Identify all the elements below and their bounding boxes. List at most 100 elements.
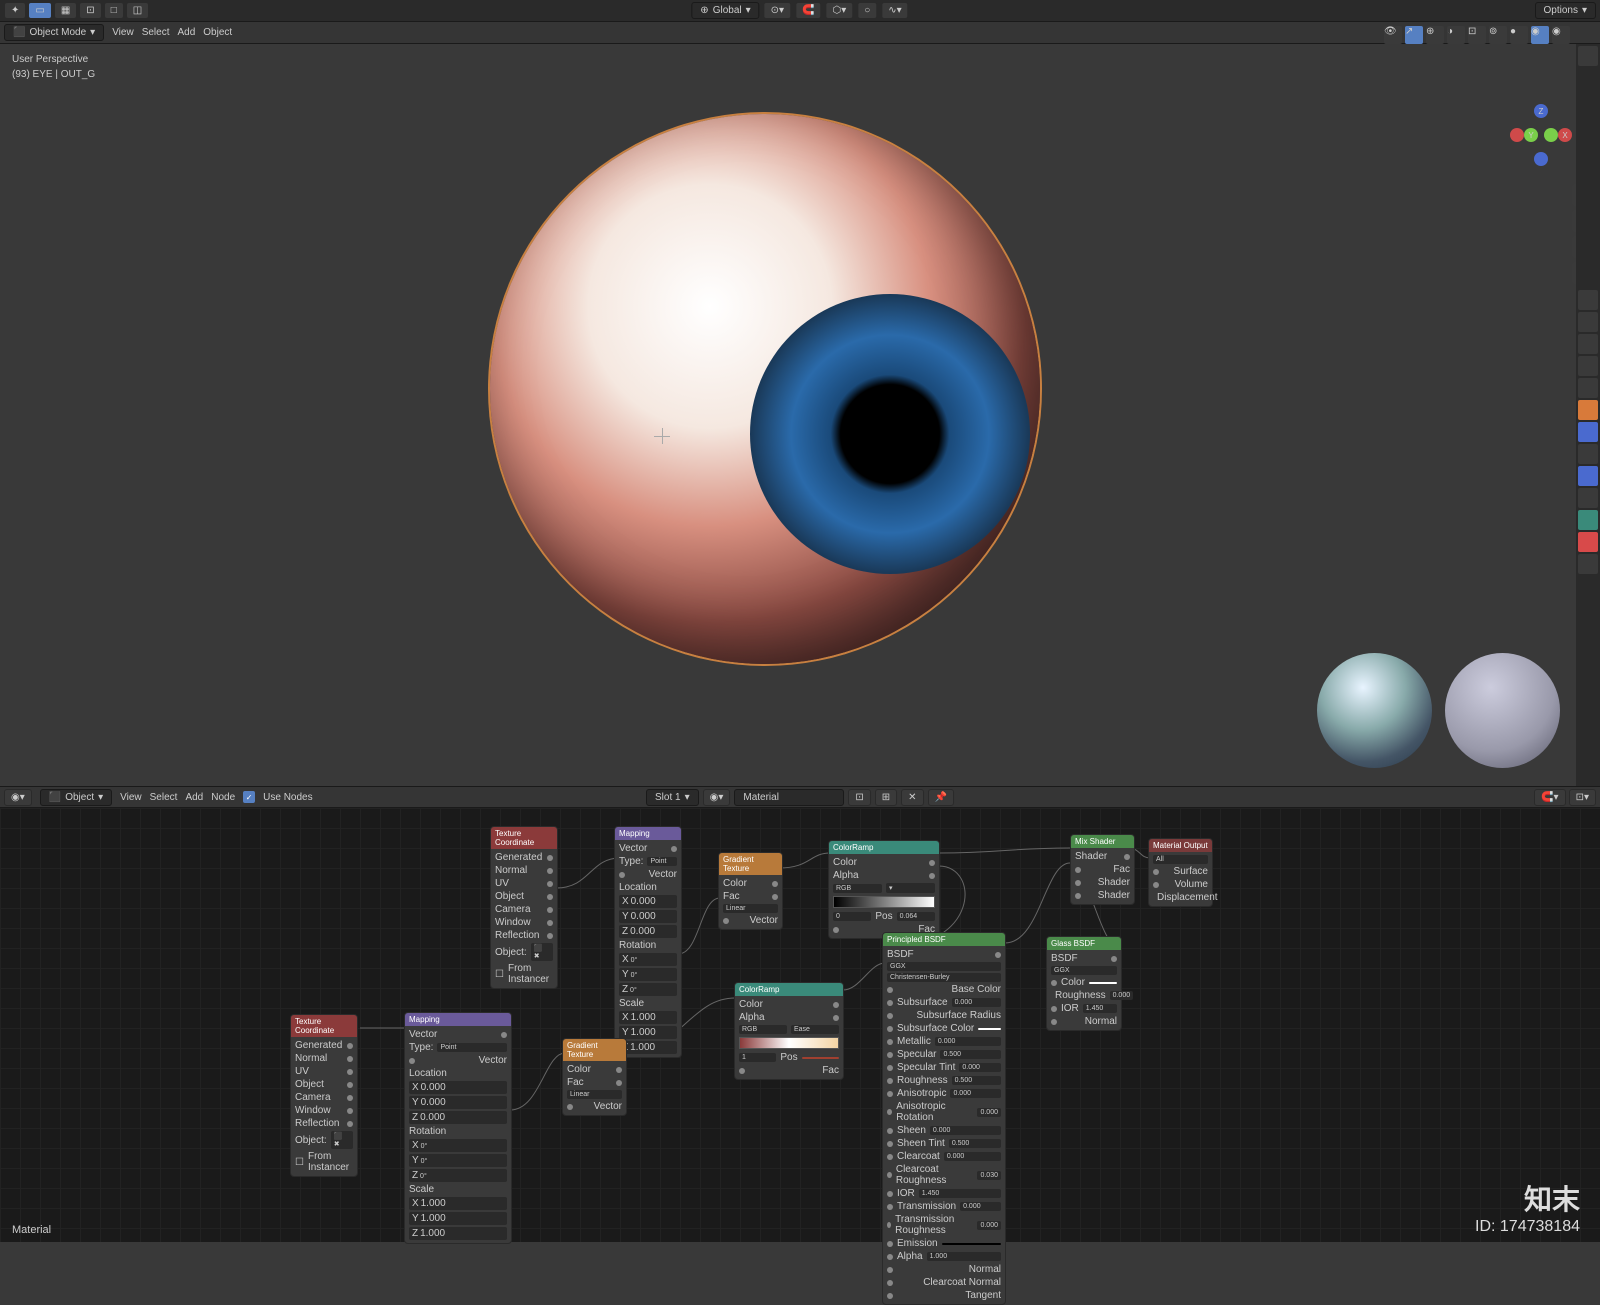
axis-x-icon[interactable]: X [1558,128,1572,142]
node-menu-node[interactable]: Node [211,792,235,803]
proportional-type-icon[interactable]: ∿▾ [881,2,908,19]
menu-view[interactable]: View [112,27,134,38]
node-glass-bsdf[interactable]: Glass BSDF BSDF GGX Color Roughness0.000… [1046,936,1122,1031]
xray-icon[interactable]: ⊡ [1468,26,1486,44]
pin-icon[interactable]: 📌 [928,789,954,806]
node-snap-icon[interactable]: 🧲▾ [1534,789,1565,806]
colorramp-gradient[interactable] [833,896,935,908]
tab-view-icon[interactable] [1578,334,1598,354]
node-colorramp-2[interactable]: ColorRamp Color Alpha RGBEase 1Pos Fac [734,982,844,1080]
snap-face-icon[interactable]: ◫ [126,2,149,19]
tab-output-icon[interactable] [1578,312,1598,332]
node-principled-bsdf[interactable]: Principled BSDF BSDF GGX Christensen-Bur… [882,932,1006,1305]
axis-neg-z-icon[interactable] [1534,152,1548,166]
node-menu-view[interactable]: View [120,792,142,803]
node-title: Gradient Texture [563,1039,626,1061]
shading-solid-icon[interactable]: ● [1510,26,1528,44]
material-ball-icon[interactable]: ◉▾ [703,789,731,806]
node-title: ColorRamp [829,841,939,854]
axis-neg-icon[interactable] [1510,128,1524,142]
node-gradient-texture-1[interactable]: Gradient Texture Color Fac Linear Vector [718,852,783,930]
grey-preview-sphere [1445,653,1560,768]
colorramp-gradient[interactable] [739,1037,839,1049]
axis-neg2-icon[interactable] [1544,128,1558,142]
node-title: Texture Coordinate [491,827,557,849]
node-title: Mapping [405,1013,511,1026]
node-title: Principled BSDF [883,933,1005,946]
node-mapping-2[interactable]: Mapping Vector Type:Point Vector Locatio… [404,1012,512,1244]
eyeball-mesh[interactable] [490,114,1040,664]
orientation-dropdown[interactable]: ⊕ Global ▾ [691,2,759,19]
navigation-gizmo[interactable]: Z Y X [1510,104,1570,164]
use-nodes-label: Use Nodes [263,792,312,803]
snap-edge-icon[interactable]: □ [104,2,124,19]
tab-physics-icon[interactable] [1578,466,1598,486]
snap-vertex-icon[interactable]: ⊡ [79,2,101,19]
shading-material-icon[interactable]: ◉ [1531,26,1549,44]
node-editor[interactable]: Texture Coordinate Generated Normal UV O… [0,808,1600,1242]
node-overlay-icon[interactable]: ⊡▾ [1569,789,1596,806]
tab-constraint-icon[interactable] [1578,488,1598,508]
proportional-icon[interactable]: ○ [857,2,877,19]
shading-wire-icon[interactable]: ⊚ [1489,26,1507,44]
snap-grid-icon[interactable]: ▦ [54,2,77,19]
tab-modifier-icon[interactable] [1578,422,1598,442]
pivot-icon[interactable]: ⊙▾ [764,2,791,19]
viewport-toolbar: ✦ ▭ ▦ ⊡ □ ◫ ⊕ Global ▾ ⊙▾ 🧲 ⬡▾ ○ ∿▾ Opti… [0,0,1600,22]
node-title: Glass BSDF [1047,937,1121,950]
cursor-3d-icon [654,428,670,444]
node-material-output[interactable]: Material Output All Surface Volume Displ… [1148,838,1213,907]
overlay-toggle-icon[interactable]: ↗ [1405,26,1423,44]
menu-select[interactable]: Select [142,27,170,38]
snap-type-icon[interactable]: ⬡▾ [825,2,853,19]
viewport-3d[interactable]: User Perspective (93) EYE | OUT_G Z Y X … [0,44,1600,786]
node-title: Material Output [1149,839,1212,852]
tab-data-icon[interactable] [1578,510,1598,530]
axis-z-icon[interactable]: Z [1534,104,1548,118]
menu-add[interactable]: Add [177,27,195,38]
menu-object[interactable]: Object [203,27,232,38]
tab-texture-icon[interactable] [1578,554,1598,574]
editor-type-icon[interactable]: ◉▾ [4,789,32,806]
node-mapping-1[interactable]: Mapping Vector Type:Point Vector Locatio… [614,826,682,1058]
node-colorramp-1[interactable]: ColorRamp Color Alpha RGB▾ 0Pos0.064 Fac [828,840,940,939]
viewport-header: ⬛ Object Mode ▾ View Select Add Object [0,22,1600,44]
mode-dropdown[interactable]: ⬛ Object Mode ▾ [4,24,104,41]
tab-scene-icon[interactable] [1578,356,1598,376]
material-trash-icon[interactable]: ⊡ [848,789,870,806]
tab-render-icon[interactable] [1578,290,1598,310]
tab-object-icon[interactable] [1578,400,1598,420]
material-name-field[interactable]: Material [734,789,844,806]
material-new-icon[interactable]: ⊞ [875,789,897,806]
filter-icon[interactable]: 👁 [1384,26,1402,44]
watermark-id: ID: 174738184 [1475,1218,1580,1236]
tab-particle-icon[interactable] [1578,444,1598,464]
object-field[interactable]: ⬛ ✖ [531,943,553,961]
options-dropdown[interactable]: Options ▾ [1535,2,1597,19]
gizmo-icon[interactable]: ⊕ [1426,26,1444,44]
select-tool-icon[interactable]: ▭ [28,2,51,19]
snap-icon[interactable]: 🧲 [795,2,821,19]
use-nodes-checkbox[interactable]: ✓ [243,791,255,803]
cursor-tool-icon[interactable]: ✦ [4,2,26,19]
shading-render-icon[interactable]: ◉ [1552,26,1570,44]
shader-type-dropdown[interactable]: ⬛ Object ▾ [40,789,112,806]
node-title: Gradient Texture [719,853,782,875]
node-menu-add[interactable]: Add [185,792,203,803]
overlay-icon[interactable]: ◑ [1447,26,1465,44]
perspective-label: User Perspective [12,52,95,67]
node-gradient-texture-2[interactable]: Gradient Texture Color Fac Linear Vector [562,1038,627,1116]
collection-label: (93) EYE | OUT_G [12,67,95,82]
axis-y-icon[interactable]: Y [1524,128,1538,142]
material-delete-icon[interactable]: ✕ [901,789,923,806]
node-texture-coordinate-2[interactable]: Texture Coordinate Generated Normal UV O… [290,1014,358,1177]
node-title: Texture Coordinate [291,1015,357,1037]
node-texture-coordinate-1[interactable]: Texture Coordinate Generated Normal UV O… [490,826,558,989]
tab-material-icon[interactable] [1578,532,1598,552]
header-right-icons: 👁 ↗ ⊕ ◑ ⊡ ⊚ ● ◉ ◉ [1384,26,1570,44]
tab-tool-icon[interactable] [1578,46,1598,66]
node-menu-select[interactable]: Select [150,792,178,803]
node-mix-shader[interactable]: Mix Shader Shader Fac Shader Shader [1070,834,1135,905]
tab-world-icon[interactable] [1578,378,1598,398]
slot-dropdown[interactable]: Slot 1 ▾ [646,789,699,806]
